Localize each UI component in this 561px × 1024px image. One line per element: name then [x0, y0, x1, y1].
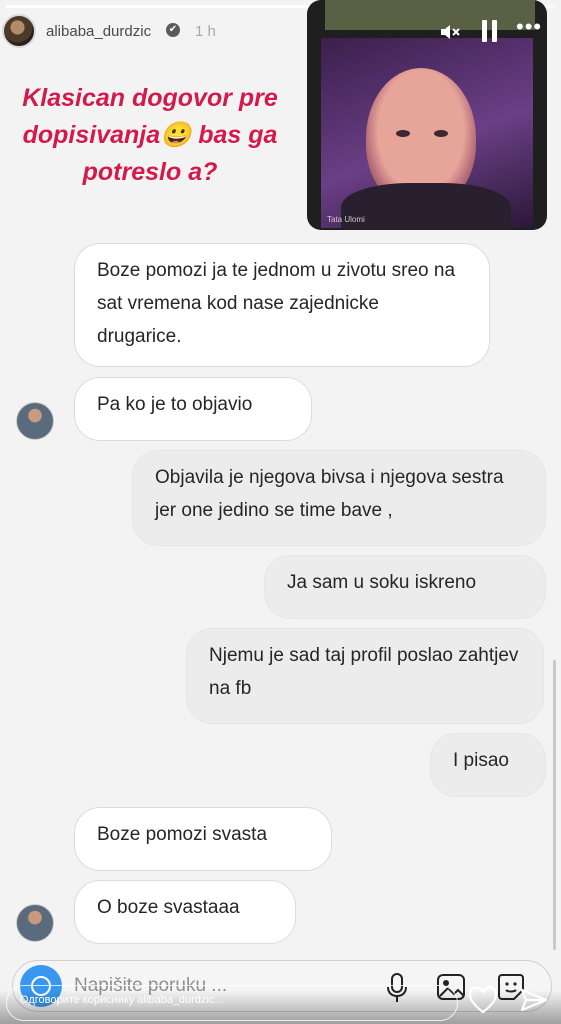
message-bubble-incoming: Pa ko je to objavio: [74, 377, 312, 441]
verified-badge-icon: ✔: [166, 23, 180, 37]
sender-avatar: [16, 402, 54, 440]
eye-right: [434, 130, 448, 137]
send-icon[interactable]: [520, 986, 548, 1014]
scrollbar[interactable]: [553, 660, 556, 950]
speaker-muted-icon[interactable]: [438, 20, 462, 44]
video-frame: Tata Ulomi: [321, 38, 533, 230]
eye-left: [396, 130, 410, 137]
message-bubble-outgoing: Ja sam u soku iskreno: [264, 555, 546, 619]
post-time: 1 h: [195, 23, 216, 40]
message-bubble-outgoing: Njemu je sad taj profil poslao zahtjev n…: [186, 628, 544, 724]
message-bubble-incoming: Boze pomozi svasta: [74, 807, 332, 871]
pause-icon[interactable]: [482, 20, 500, 42]
heart-icon[interactable]: [468, 986, 498, 1014]
message-bubble-incoming: Boze pomozi ja te jednom u zivotu sreo n…: [74, 243, 490, 367]
video-inset: Tata Ulomi: [307, 0, 547, 230]
story-reply-placeholder: Одговорите кориснику alibaba_durdzic...: [20, 994, 224, 1006]
message-bubble-outgoing: Objavila je njegova bivsa i njegova sest…: [132, 450, 546, 546]
message-bubble-outgoing: I pisao: [430, 733, 546, 797]
username[interactable]: alibaba_durdzic: [46, 23, 151, 40]
person-shirt: [341, 183, 511, 230]
story-caption: Klasican dogovor pre dopisivanja😀 bas ga…: [22, 84, 278, 186]
more-icon[interactable]: •••: [516, 16, 544, 42]
message-bubble-incoming: O boze svastaaa: [74, 880, 296, 944]
video-topstrip: [325, 0, 535, 30]
video-name-label: Tata Ulomi: [327, 215, 365, 224]
profile-avatar[interactable]: [2, 14, 36, 48]
sender-avatar: [16, 904, 54, 942]
